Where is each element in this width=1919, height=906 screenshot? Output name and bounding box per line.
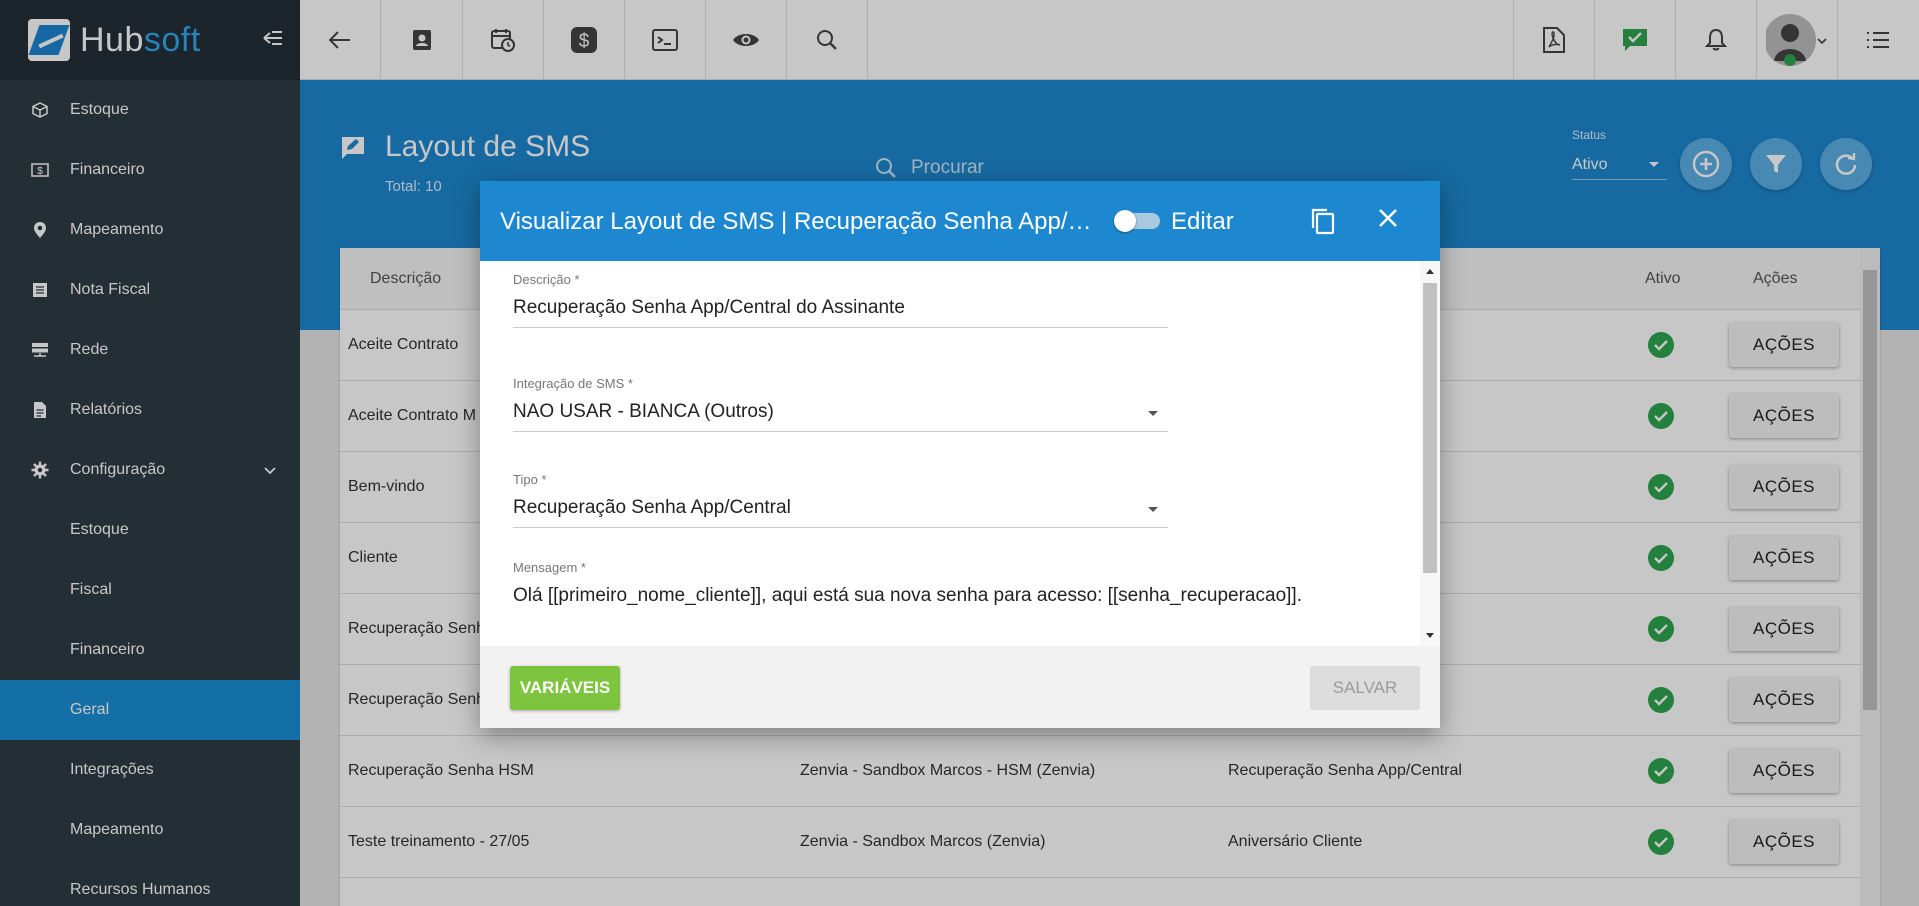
scroll-down-arrow-icon[interactable] — [1426, 633, 1434, 638]
tipo-field[interactable]: Tipo * Recuperação Senha App/Central — [513, 472, 1168, 528]
edit-toggle-label: Editar — [1171, 208, 1234, 235]
copy-button[interactable] — [1310, 207, 1336, 240]
scroll-up-arrow-icon[interactable] — [1426, 269, 1434, 274]
scrollbar-thumb[interactable] — [1423, 283, 1437, 573]
edit-toggle[interactable] — [1114, 210, 1160, 232]
integracao-sms-select[interactable]: NAO USAR - BIANCA (Outros) — [513, 401, 1168, 432]
dropdown-caret-icon — [1148, 411, 1158, 416]
mensagem-label: Mensagem * — [513, 560, 586, 575]
mensagem-textarea[interactable]: Olá [[primeiro_nome_cliente]], aqui está… — [513, 585, 1373, 615]
descricao-label: Descrição * — [513, 272, 580, 287]
view-sms-layout-dialog: Visualizar Layout de SMS | Recuperação S… — [480, 181, 1440, 728]
integracao-sms-value: NAO USAR - BIANCA (Outros) — [513, 401, 774, 422]
variables-button[interactable]: VARIÁVEIS — [510, 666, 620, 710]
dialog-footer: VARIÁVEIS SALVAR — [480, 646, 1440, 728]
tipo-select[interactable]: Recuperação Senha App/Central — [513, 497, 1168, 528]
descricao-input[interactable]: Recuperação Senha App/Central do Assinan… — [513, 297, 1168, 328]
mensagem-field[interactable]: Mensagem * Olá [[primeiro_nome_cliente]]… — [513, 560, 1373, 615]
integracao-sms-field[interactable]: Integração de SMS * NAO USAR - BIANCA (O… — [513, 376, 1168, 432]
toggle-knob — [1114, 210, 1136, 232]
dialog-body: Descrição * Recuperação Senha App/Centra… — [480, 261, 1440, 646]
copy-icon — [1311, 208, 1335, 235]
tipo-value: Recuperação Senha App/Central — [513, 497, 791, 518]
tipo-label: Tipo * — [513, 472, 547, 487]
close-button[interactable] — [1377, 207, 1399, 234]
dialog-header: Visualizar Layout de SMS | Recuperação S… — [480, 181, 1440, 261]
dialog-title: Visualizar Layout de SMS | Recuperação S… — [500, 208, 1100, 235]
descricao-field[interactable]: Descrição * Recuperação Senha App/Centra… — [513, 272, 1168, 328]
dialog-scrollbar[interactable] — [1420, 261, 1440, 646]
dropdown-caret-icon — [1148, 507, 1158, 512]
save-button[interactable]: SALVAR — [1310, 666, 1420, 710]
integracao-sms-label: Integração de SMS * — [513, 376, 633, 391]
close-icon — [1379, 209, 1397, 227]
